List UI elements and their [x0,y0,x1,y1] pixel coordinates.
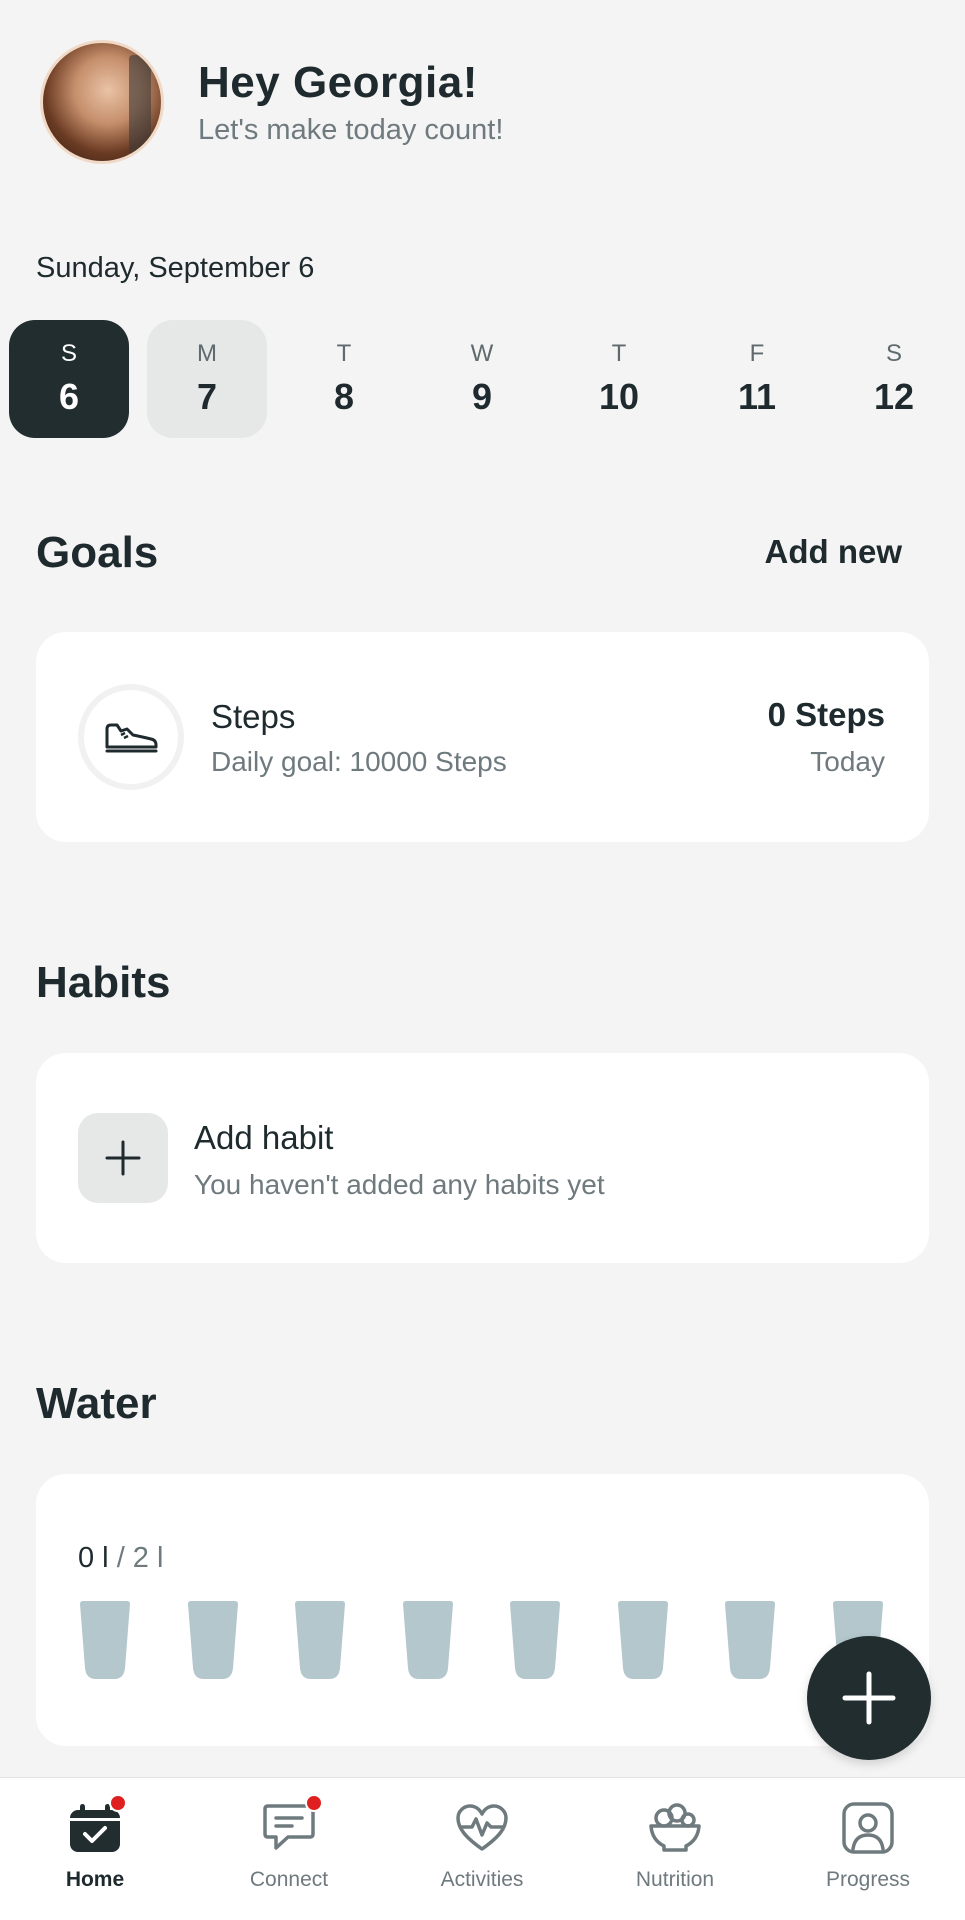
water-current: 0 l [78,1542,109,1574]
shoe-icon-wrapper [78,684,184,790]
header: Hey Georgia! Let's make today count! [40,40,503,164]
salad-bowl-icon [645,1798,705,1858]
nav-home[interactable]: Home [15,1794,175,1908]
water-glass-icon[interactable] [616,1600,670,1680]
week-strip: S 6 M 7 T 8 W 9 T 10 F 11 S 12 [9,320,956,438]
goals-title: Goals [36,528,159,577]
water-glass-icon[interactable] [78,1600,132,1680]
notification-badge [305,1794,323,1812]
day-0[interactable]: S 6 [9,320,129,438]
water-glass-icon[interactable] [508,1600,562,1680]
avatar[interactable] [40,40,164,164]
add-habit-card[interactable]: Add habit You haven't added any habits y… [36,1053,929,1263]
day-number: 12 [873,376,915,417]
nav-label: Home [65,1868,125,1891]
water-glass-icon[interactable] [723,1600,777,1680]
add-habit-title: Add habit [194,1119,334,1156]
day-4[interactable]: T 10 [559,320,679,438]
nav-activities[interactable]: Activities [402,1798,562,1908]
day-letter: T [611,340,627,367]
water-card: 0 l / 2 l [36,1474,929,1746]
day-number: 6 [58,376,80,417]
greeting-subtitle: Let's make today count! [198,113,504,146]
nav-label: Nutrition [635,1868,715,1891]
nav-label: Activities [440,1868,524,1891]
water-title: Water [36,1379,157,1428]
day-5[interactable]: F 11 [697,320,817,438]
day-letter: S [60,340,77,367]
heart-pulse-icon [452,1798,512,1858]
profile-icon [838,1798,898,1858]
day-letter: W [470,340,494,367]
day-letter: M [197,340,217,367]
day-number: 7 [196,376,218,417]
steps-title: Steps [211,698,296,735]
day-3[interactable]: W 9 [422,320,542,438]
water-goal: / 2 l [108,1542,164,1574]
day-1[interactable]: M 7 [147,320,267,438]
day-6[interactable]: S 12 [834,320,954,438]
day-letter: T [336,340,352,367]
nav-progress[interactable]: Progress [788,1798,948,1908]
bottom-nav: Home Connect Activities Nutrition Progre… [0,1777,965,1920]
notification-badge [109,1794,127,1812]
day-number: 9 [471,376,493,417]
steps-period: Today [810,746,885,777]
plus-icon [105,1140,141,1176]
shoe-icon [105,723,158,753]
steps-goal-card[interactable]: Steps Daily goal: 10000 Steps 0 Steps To… [36,632,929,842]
nav-label: Progress [825,1868,911,1891]
nav-nutrition[interactable]: Nutrition [595,1798,755,1908]
day-letter: S [885,340,902,367]
add-new-goal-button[interactable]: Add new [765,533,903,571]
chat-icon [259,1794,323,1858]
nav-label: Connect [249,1868,329,1891]
add-habit-button[interactable] [78,1113,168,1203]
water-glass-icon[interactable] [186,1600,240,1680]
greeting-block: Hey Georgia! Let's make today count! [198,58,503,147]
nav-connect[interactable]: Connect [209,1794,369,1908]
add-habit-subtitle: You haven't added any habits yet [194,1169,605,1200]
day-number: 11 [737,376,777,417]
steps-daily-goal: Daily goal: 10000 Steps [211,746,507,777]
habits-title: Habits [36,958,171,1007]
day-2[interactable]: T 8 [284,320,404,438]
add-fab-button[interactable] [807,1636,931,1760]
plus-icon [842,1671,896,1725]
water-glass-icon[interactable] [293,1600,347,1680]
steps-value: 0 Steps [767,696,885,733]
water-amount: 0 l / 2 l [78,1542,163,1575]
greeting-title: Hey Georgia! [198,57,478,107]
current-date: Sunday, September 6 [36,252,315,284]
calendar-check-icon [65,1794,127,1858]
day-number: 8 [333,376,355,417]
day-letter: F [749,340,765,367]
day-number: 10 [598,376,640,417]
water-glass-icon[interactable] [401,1600,455,1680]
